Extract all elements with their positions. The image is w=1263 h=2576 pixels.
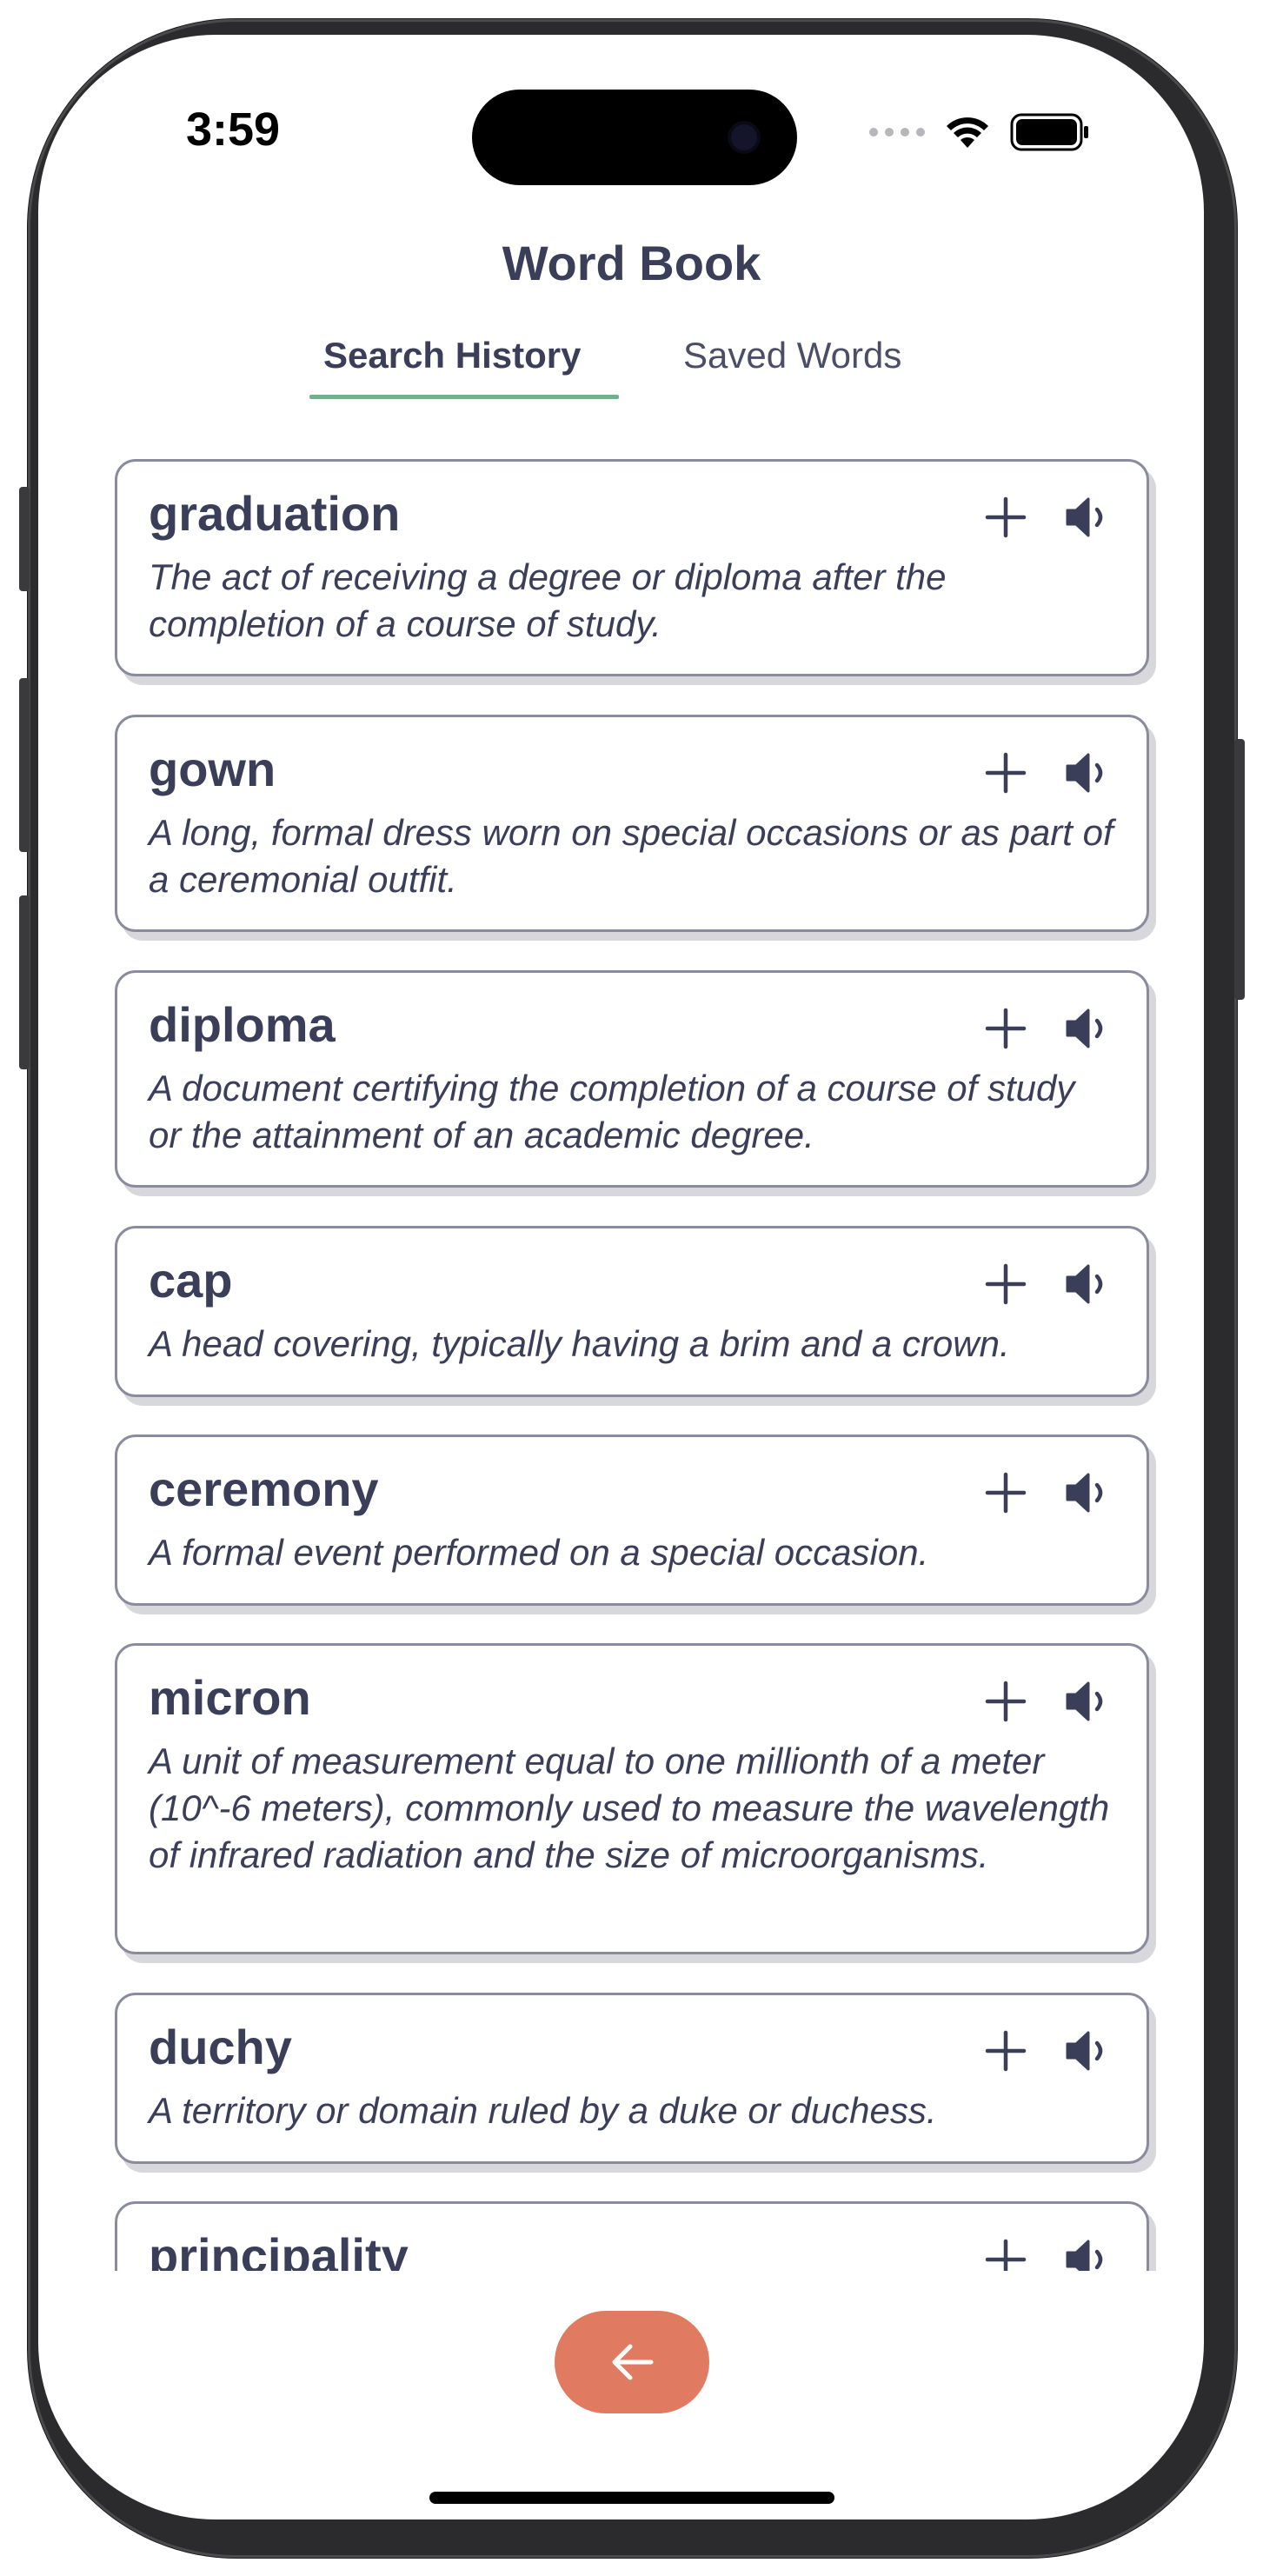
plus-icon[interactable] xyxy=(981,493,1030,542)
volume-down-button xyxy=(19,895,30,1069)
back-button[interactable] xyxy=(555,2311,709,2413)
active-tab-indicator xyxy=(309,395,619,399)
plus-icon[interactable] xyxy=(981,749,1030,797)
card-actions xyxy=(981,493,1112,542)
word-title: duchy xyxy=(149,2020,292,2074)
power-button xyxy=(1234,739,1245,1000)
battery-icon xyxy=(1010,113,1088,151)
speaker-icon[interactable] xyxy=(1063,1468,1112,1517)
status-icons xyxy=(869,113,1090,151)
word-title: micron xyxy=(149,1670,311,1725)
action-button xyxy=(19,487,30,591)
speaker-icon[interactable] xyxy=(1063,2027,1112,2075)
word-definition: A document certifying the completion of … xyxy=(149,1068,1075,1155)
plus-icon[interactable] xyxy=(981,1260,1030,1308)
word-definition: The act of receiving a degree or diploma… xyxy=(149,556,947,644)
speaker-icon[interactable] xyxy=(1063,1677,1112,1726)
plus-icon[interactable] xyxy=(981,2235,1030,2271)
plus-icon[interactable] xyxy=(981,1677,1030,1726)
arrow-left-icon xyxy=(612,2344,654,2380)
plus-icon[interactable] xyxy=(981,1004,1030,1053)
tab-saved-words[interactable]: Saved Words xyxy=(683,335,901,394)
word-card[interactable]: principality xyxy=(115,2201,1149,2271)
speaker-icon[interactable] xyxy=(1063,1260,1112,1308)
word-card[interactable]: cap A head covering, typically having a … xyxy=(115,1226,1149,1397)
word-card[interactable]: gown A long, formal dress worn on specia… xyxy=(115,715,1149,932)
card-actions xyxy=(981,1468,1112,1517)
signal-icon xyxy=(869,128,925,136)
home-indicator[interactable] xyxy=(429,2492,834,2504)
word-card[interactable]: micron A unit of measurement equal to on… xyxy=(115,1643,1149,1954)
status-time: 3:59 xyxy=(186,103,281,156)
speaker-icon[interactable] xyxy=(1063,2235,1112,2271)
card-actions xyxy=(981,1004,1112,1053)
word-definition: A long, formal dress worn on special occ… xyxy=(149,812,1113,900)
word-list[interactable]: graduation The act of receiving a degree… xyxy=(115,459,1158,2271)
word-definition: A formal event performed on a special oc… xyxy=(149,1532,929,1573)
card-actions xyxy=(981,1260,1112,1308)
plus-icon[interactable] xyxy=(981,1468,1030,1517)
word-definition: A territory or domain ruled by a duke or… xyxy=(149,2090,937,2131)
card-actions xyxy=(981,2027,1112,2075)
card-actions xyxy=(981,749,1112,797)
tab-search-history[interactable]: Search History xyxy=(323,335,581,394)
dynamic-island xyxy=(472,90,797,185)
plus-icon[interactable] xyxy=(981,2027,1030,2075)
word-title: principality xyxy=(149,2228,409,2271)
word-definition: A head covering, typically having a brim… xyxy=(149,1323,1010,1364)
speaker-icon[interactable] xyxy=(1063,493,1112,542)
word-title: diploma xyxy=(149,997,336,1052)
word-card[interactable]: diploma A document certifying the comple… xyxy=(115,970,1149,1188)
word-title: graduation xyxy=(149,486,401,541)
word-title: ceremony xyxy=(149,1461,379,1516)
card-actions xyxy=(981,2235,1112,2271)
word-card[interactable]: ceremony A formal event performed on a s… xyxy=(115,1434,1149,1606)
speaker-icon[interactable] xyxy=(1063,1004,1112,1053)
camera-icon xyxy=(731,124,757,150)
tab-bar: Search History Saved Words xyxy=(0,335,1263,404)
page-title: Word Book xyxy=(502,236,761,290)
word-card[interactable]: duchy A territory or domain ruled by a d… xyxy=(115,1993,1149,2164)
speaker-icon[interactable] xyxy=(1063,749,1112,797)
card-actions xyxy=(981,1677,1112,1726)
word-card[interactable]: graduation The act of receiving a degree… xyxy=(115,459,1149,676)
wifi-icon xyxy=(947,117,988,148)
word-definition: A unit of measurement equal to one milli… xyxy=(149,1741,1110,1875)
volume-up-button xyxy=(19,678,30,852)
word-title: gown xyxy=(149,742,276,796)
word-title: cap xyxy=(149,1253,233,1308)
